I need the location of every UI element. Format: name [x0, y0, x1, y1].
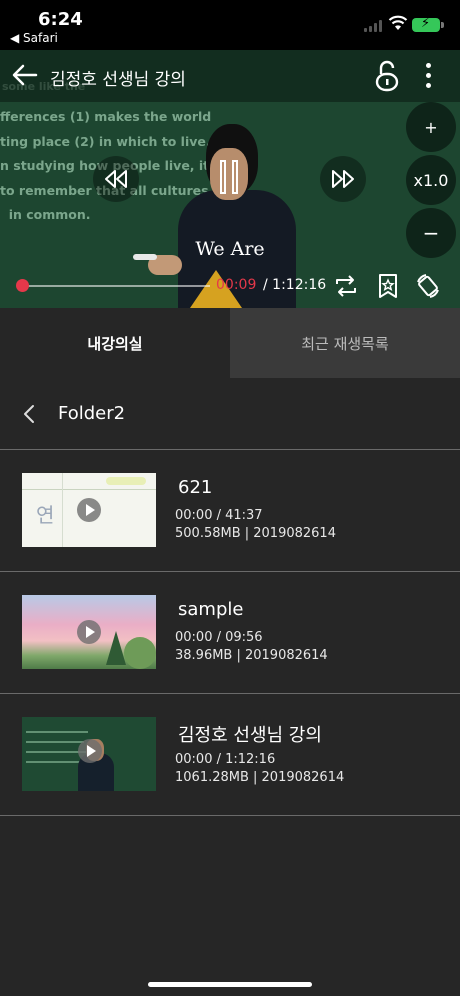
- folder-header: Folder2: [0, 378, 460, 450]
- pause-button[interactable]: [220, 160, 238, 194]
- rotate-screen-icon[interactable]: [414, 272, 442, 300]
- fast-forward-button[interactable]: [320, 156, 366, 202]
- unlock-icon[interactable]: [374, 60, 400, 92]
- play-icon: [77, 498, 101, 522]
- item-duration: 00:00 / 09:56: [175, 630, 263, 645]
- list-item[interactable]: 연 621 00:00 / 41:37 500.58MB | 201908261…: [0, 450, 460, 572]
- repeat-icon[interactable]: [332, 272, 360, 300]
- item-duration: 00:00 / 1:12:16: [175, 752, 276, 767]
- total-time: / 1:12:16: [263, 277, 327, 293]
- status-time: 6:24: [38, 9, 83, 30]
- item-duration: 00:00 / 41:37: [175, 508, 263, 523]
- battery-charging-icon: ⚡: [412, 16, 444, 32]
- video-thumbnail: 연: [22, 473, 156, 547]
- zoom-in-button[interactable]: +: [406, 102, 456, 152]
- video-player[interactable]: some like the fferences (1) makes the wo…: [0, 50, 460, 308]
- video-subtitle: We Are: [195, 238, 265, 260]
- seek-bar[interactable]: [22, 285, 210, 287]
- back-arrow-icon[interactable]: [10, 60, 40, 90]
- tab-my-lectures[interactable]: 내강의실: [0, 308, 230, 378]
- more-options-icon[interactable]: [420, 60, 438, 92]
- fast-forward-icon: [332, 170, 354, 188]
- list-item[interactable]: sample 00:00 / 09:56 38.96MB | 201908261…: [0, 572, 460, 694]
- list-item[interactable]: 김정호 선생님 강의 00:00 / 1:12:16 1061.28MB | 2…: [0, 694, 460, 816]
- folder-title: Folder2: [58, 403, 126, 424]
- video-thumbnail: [22, 717, 156, 791]
- current-time: 00:09: [216, 277, 257, 293]
- back-to-safari-link[interactable]: ◀ Safari: [10, 31, 58, 45]
- seek-handle[interactable]: [16, 279, 29, 292]
- chevron-left-icon[interactable]: [22, 404, 36, 424]
- item-title: sample: [178, 599, 244, 620]
- rewind-button[interactable]: [93, 156, 139, 202]
- item-title: 김정호 선생님 강의: [178, 725, 322, 746]
- rewind-icon: [105, 170, 127, 188]
- item-meta: 38.96MB | 2019082614: [175, 648, 328, 663]
- playback-speed-button[interactable]: x1.0: [406, 155, 456, 205]
- item-meta: 500.58MB | 2019082614: [175, 526, 336, 541]
- tab-recent-playlist[interactable]: 최근 재생목록: [230, 308, 460, 378]
- status-bar: 6:24 ◀ Safari ⚡: [0, 0, 460, 50]
- wifi-icon: [388, 15, 408, 30]
- cellular-signal-icon: [364, 20, 384, 32]
- play-icon: [78, 739, 102, 763]
- item-title: 621: [178, 477, 213, 498]
- video-title: 김정호 선생님 강의: [50, 70, 186, 90]
- bookmark-star-icon[interactable]: [374, 272, 402, 300]
- library-tabs: 내강의실 최근 재생목록: [0, 308, 460, 378]
- video-thumbnail: [22, 595, 156, 669]
- play-icon: [77, 620, 101, 644]
- home-indicator[interactable]: [148, 982, 312, 987]
- item-meta: 1061.28MB | 2019082614: [175, 770, 345, 785]
